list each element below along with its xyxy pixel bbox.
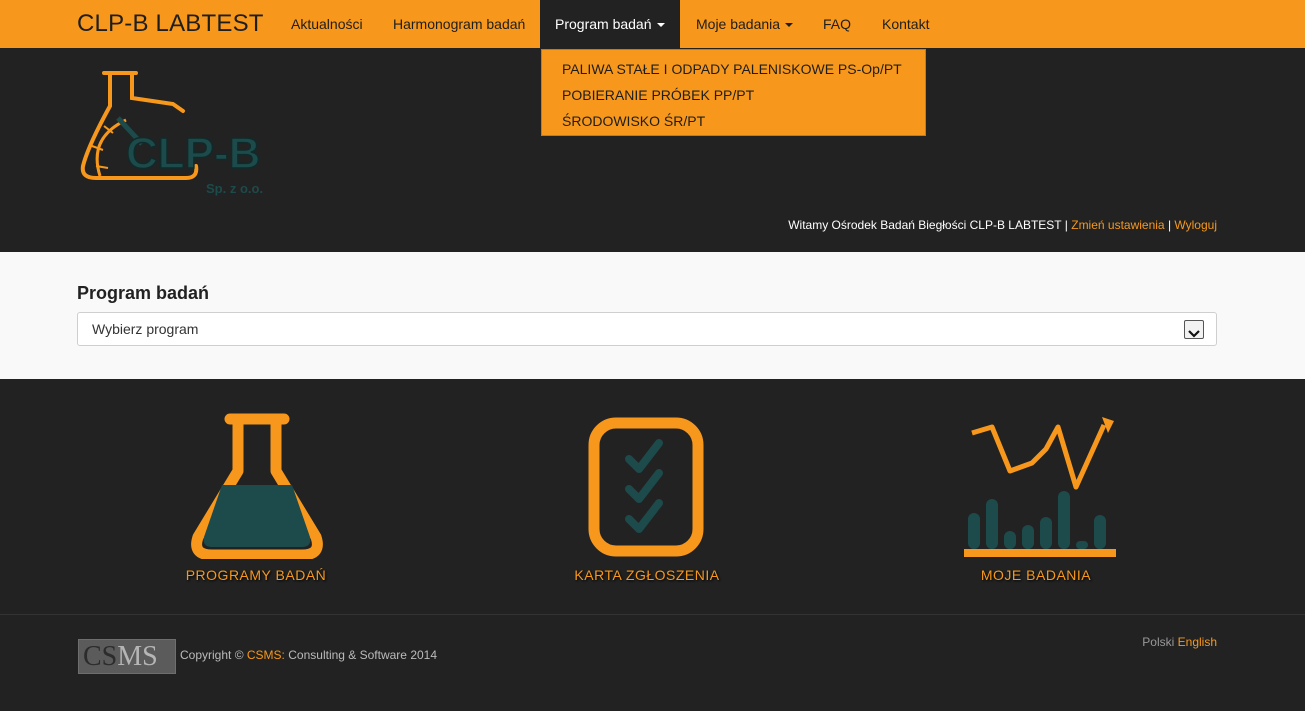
nav-item-moje-badania-label: Moje badania: [696, 16, 781, 32]
copyright-prefix: Copyright ©: [180, 648, 244, 662]
clpb-logo-icon[interactable]: CLP-B Sp. z o.o.: [78, 68, 288, 200]
chart-icon: [964, 417, 1116, 557]
program-select[interactable]: Wybierz program: [77, 312, 1217, 346]
logout-link[interactable]: Wyloguj: [1174, 218, 1217, 232]
svg-text:Sp. z o.o.: Sp. z o.o.: [206, 181, 263, 196]
nav-item-faq[interactable]: FAQ: [823, 0, 851, 48]
checklist-icon: [588, 417, 704, 557]
nav-item-moje-badania[interactable]: Moje badania: [696, 0, 794, 48]
dropdown-item-pobieranie[interactable]: POBIERANIE PRÓBEK PP/PT: [542, 84, 925, 110]
nav-item-program-badan-label: Program badań: [555, 16, 652, 32]
change-settings-link[interactable]: Zmień ustawienia: [1071, 218, 1164, 232]
nav-item-aktualnosci[interactable]: Aktualności: [291, 0, 363, 48]
lang-polski[interactable]: Polski: [1142, 635, 1174, 649]
program-section: Program badań Wybierz program: [0, 252, 1305, 379]
footer: CSMS Copyright © CSMS: Consulting & Soft…: [0, 614, 1305, 711]
separator: |: [1167, 218, 1172, 232]
tile-moje-badania[interactable]: MOJE BADANIA: [906, 379, 1166, 599]
top-navbar: CLP-B LABTEST Aktualności Harmonogram ba…: [0, 0, 1305, 48]
program-select-value: Wybierz program: [92, 321, 199, 337]
csms-logo[interactable]: CSMS: [78, 639, 176, 674]
program-dropdown-menu: PALIWA STAŁE I ODPADY PALENISKOWE PS-Op/…: [541, 49, 926, 136]
separator: |: [1064, 218, 1068, 232]
welcome-bar: Witamy Ośrodek Badań Biegłości CLP-B LAB…: [788, 218, 1217, 232]
program-heading: Program badań: [77, 283, 210, 303]
tile-label: KARTA ZGŁOSZENIA: [574, 567, 720, 583]
chevron-down-icon[interactable]: [1184, 320, 1204, 339]
tile-karta-zgloszenia[interactable]: KARTA ZGŁOSZENIA: [517, 379, 777, 599]
copyright-suffix: Consulting & Software 2014: [288, 648, 438, 662]
flask-icon: [191, 413, 323, 559]
csms-logo-ms: MS: [117, 641, 158, 672]
brand-logo-text[interactable]: CLP-B LABTEST: [77, 10, 264, 38]
svg-text:CLP-B: CLP-B: [126, 129, 260, 178]
tile-label: PROGRAMY BADAŃ: [185, 567, 327, 583]
dropdown-item-srodowisko[interactable]: ŚRODOWISKO ŚR/PT: [542, 110, 925, 136]
nav-item-kontakt[interactable]: Kontakt: [882, 0, 929, 48]
shortcut-tiles: PROGRAMY BADAŃ KARTA ZGŁOSZENIA MOJE BAD…: [0, 379, 1305, 614]
nav-item-harmonogram[interactable]: Harmonogram badań: [393, 0, 525, 48]
lang-english[interactable]: English: [1178, 635, 1217, 649]
copyright-text: Copyright © CSMS: Consulting & Software …: [180, 648, 437, 662]
caret-down-icon: [785, 23, 794, 28]
csms-logo-cs: CS: [83, 641, 118, 672]
csms-link[interactable]: CSMS:: [247, 648, 285, 662]
tile-label: MOJE BADANIA: [980, 567, 1092, 583]
caret-down-icon: [656, 23, 665, 28]
dropdown-item-paliwa[interactable]: PALIWA STAŁE I ODPADY PALENISKOWE PS-Op/…: [542, 58, 925, 84]
language-switcher: Polski English: [1142, 635, 1217, 649]
welcome-text: Witamy Ośrodek Badań Biegłości CLP-B LAB…: [788, 218, 1062, 232]
nav-item-program-badan[interactable]: Program badań: [540, 0, 680, 48]
tile-programy-badan[interactable]: PROGRAMY BADAŃ: [126, 379, 386, 599]
